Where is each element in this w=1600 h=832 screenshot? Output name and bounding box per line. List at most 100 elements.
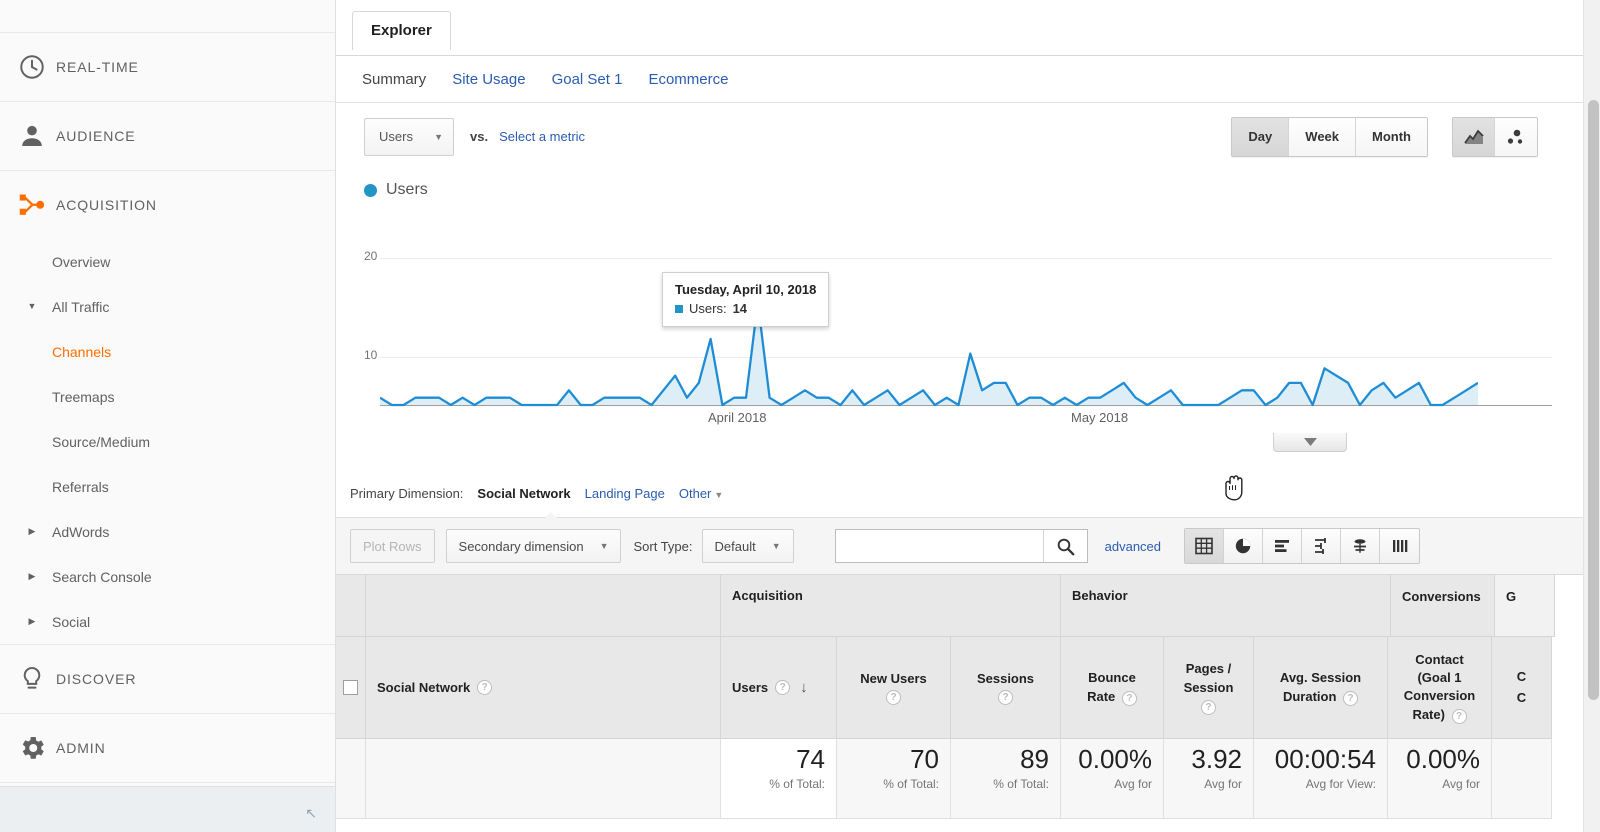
column-header-label: Bounce [1088,669,1136,685]
column-header-sessions[interactable]: Sessions ? [951,637,1061,739]
sidebar-item-real-time[interactable]: REAL-TIME [0,33,335,102]
chevron-right-icon[interactable]: ▶ [12,617,52,626]
chevron-down-icon: ▼ [434,131,443,142]
sidebar-item-social[interactable]: ▶ Social [0,599,335,644]
summary-dimension-cell [366,739,721,819]
comparison-view-icon[interactable] [1302,529,1342,563]
bar-view-icon[interactable] [1263,529,1303,563]
help-icon[interactable]: ? [886,689,901,705]
tab-summary[interactable]: Summary [362,71,426,88]
column-header-contact-goal1[interactable]: Contact (Goal 1 Conversion Rate) ? [1388,637,1492,739]
summary-sublabel: % of Total: [769,776,825,791]
chart-plot-area[interactable]: 20 10 April 2018 May 2018 Tuesday, April… [364,210,1570,501]
sidebar-item-audience[interactable]: AUDIENCE [0,102,335,171]
granularity-week[interactable]: Week [1289,118,1357,156]
sidebar-item-discover[interactable]: DISCOVER [0,645,335,714]
sidebar-subitem-label: Referrals [52,478,109,495]
scrollbar-thumb[interactable] [1588,100,1599,700]
performance-view-icon[interactable] [1380,529,1420,563]
column-header-label-2: Session [1183,679,1234,695]
sidebar: REAL-TIME AUDIENCE ACQUISITION Overview … [0,0,336,832]
sidebar-item-label: REAL-TIME [56,59,139,75]
clock-icon [8,53,56,81]
motion-chart-icon[interactable] [1495,118,1537,156]
search-icon[interactable] [1042,530,1087,562]
primary-dimension-label: Primary Dimension: [350,486,464,501]
granularity-month[interactable]: Month [1356,118,1427,156]
primary-metric-dropdown[interactable]: Users ▼ [364,117,454,156]
main-content: Explorer Summary Site Usage Goal Set 1 E… [336,0,1600,832]
report-subtabs: Summary Site Usage Goal Set 1 Ecommerce [336,56,1600,103]
help-icon[interactable]: ? [775,680,791,695]
tab-explorer[interactable]: Explorer [352,11,451,50]
sidebar-item-label: DISCOVER [56,671,137,687]
summary-checkbox-cell [336,739,366,819]
sidebar-item-referrals[interactable]: Referrals [0,464,335,509]
table-view-icon[interactable] [1185,529,1225,563]
sidebar-item-all-traffic[interactable]: ▼ All Traffic [0,284,335,329]
collapse-sidebar-icon[interactable]: ↖ [305,805,317,822]
select-a-metric-link[interactable]: Select a metric [499,129,585,144]
column-header-label: Sessions [976,670,1035,686]
line-chart-icon[interactable] [1453,118,1495,156]
select-all-checkbox[interactable] [343,680,358,695]
summary-sublabel: Avg for [1114,776,1152,791]
sidebar-top-divider [0,0,335,33]
sidebar-item-label: ACQUISITION [56,197,157,213]
group-header-goals[interactable]: G [1495,575,1555,637]
pie-view-icon[interactable] [1224,529,1264,563]
summary-value: 3.92 [1191,744,1242,774]
column-header-truncated[interactable]: C C [1492,637,1552,739]
report-tabstrip: Explorer [336,0,1600,56]
tab-site-usage[interactable]: Site Usage [452,71,525,88]
help-icon[interactable]: ? [1201,700,1216,716]
primary-dimension-other[interactable]: Other ▼ [679,486,723,501]
group-header-conversions: Conversions [1391,575,1495,637]
sidebar-item-adwords[interactable]: ▶ AdWords [0,509,335,554]
tab-ecommerce[interactable]: Ecommerce [648,71,728,88]
chevron-right-icon[interactable]: ▶ [12,527,52,536]
column-header-bounce-rate[interactable]: Bounce Rate ? [1061,637,1164,739]
sort-desc-icon[interactable]: ↓ [800,679,808,696]
chevron-down-icon[interactable]: ▼ [12,302,52,311]
help-icon[interactable]: ? [998,689,1013,705]
advanced-link[interactable]: advanced [1105,539,1161,554]
column-header-label: C [1516,669,1527,685]
x-tick-may: May 2018 [1071,410,1129,425]
sort-type-dropdown[interactable]: Default ▼ [701,529,794,563]
summary-value: 0.00% [1078,744,1152,774]
chevron-right-icon[interactable]: ▶ [12,572,52,581]
pivot-view-icon[interactable] [1341,529,1381,563]
sidebar-item-overview[interactable]: Overview [0,239,335,284]
sidebar-item-search-console[interactable]: ▶ Search Console [0,554,335,599]
column-header-avg-session-duration[interactable]: Avg. Session Duration ? [1254,637,1388,739]
column-header-new-users[interactable]: New Users ? [837,637,951,739]
tab-goal-set-1[interactable]: Goal Set 1 [552,71,623,88]
column-header-users[interactable]: Users ? ↓ [721,637,837,739]
column-header-label: Pages / [1185,660,1232,676]
sidebar-item-admin[interactable]: ADMIN [0,714,335,783]
sidebar-item-acquisition[interactable]: ACQUISITION [0,171,335,239]
sidebar-item-treemaps[interactable]: Treemaps [0,374,335,419]
column-header-label: Users [732,680,769,695]
plot-rows-button[interactable]: Plot Rows [350,529,435,563]
primary-dimension-row: Primary Dimension: Social Network Landin… [336,470,1600,517]
sidebar-item-channels[interactable]: Channels [0,329,335,374]
primary-dimension-landing-page[interactable]: Landing Page [585,486,665,501]
table-view-toggle [1184,528,1421,564]
page-scrollbar[interactable] [1583,0,1600,832]
granularity-day[interactable]: Day [1232,118,1290,156]
column-header-social-network[interactable]: Social Network ? [366,637,721,739]
help-icon[interactable]: ? [477,680,493,695]
sidebar-subitem-label: Search Console [52,568,152,585]
summary-pages-per-session-cell: 3.92 Avg for [1164,739,1254,819]
chart-zoom-handle[interactable] [1273,433,1347,452]
primary-dimension-social-network[interactable]: Social Network [477,486,570,501]
column-header-label-3: Conversion [1403,688,1476,704]
sidebar-subitem-label: Overview [52,253,111,270]
sidebar-item-source-medium[interactable]: Source/Medium [0,419,335,464]
acquisition-submenu: Overview ▼ All Traffic Channels Treemaps… [0,239,335,645]
secondary-dimension-dropdown[interactable]: Secondary dimension ▼ [445,529,622,563]
column-header-pages-per-session[interactable]: Pages / Session ? [1164,637,1254,739]
search-input[interactable] [835,530,1043,562]
